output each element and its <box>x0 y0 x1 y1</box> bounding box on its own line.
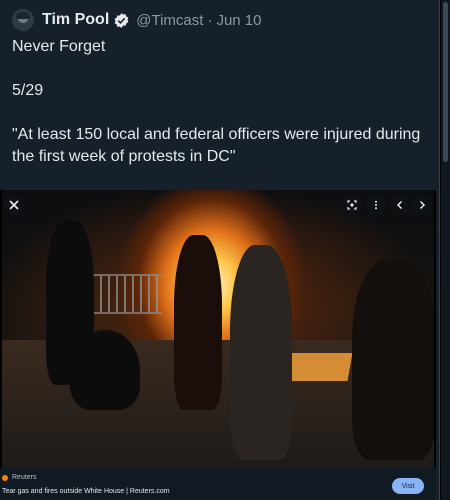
visit-button[interactable]: Visit <box>392 478 424 494</box>
person-silhouette <box>70 330 140 410</box>
close-button[interactable] <box>4 195 24 215</box>
scrollbar-thumb[interactable] <box>443 2 448 162</box>
link-card[interactable]: Reuters Tear gas and fires outside White… <box>0 468 436 500</box>
scan-icon <box>347 200 357 210</box>
verified-badge-icon <box>114 12 129 28</box>
more-icon <box>375 200 377 210</box>
chevron-left-icon <box>396 200 403 210</box>
tweet-header: Tim Pool @Timcast · Jun 10 <box>12 8 261 32</box>
display-name[interactable]: Tim Pool <box>42 11 109 29</box>
fallen-sign <box>281 353 353 381</box>
source-name: Reuters <box>12 474 37 481</box>
tweet-date[interactable]: Jun 10 <box>216 12 261 29</box>
tweet-line: "At least 150 local and federal officers… <box>12 126 421 165</box>
close-icon <box>9 200 19 210</box>
person-silhouette <box>230 245 292 460</box>
reuters-logo-icon <box>2 474 8 481</box>
tweet-line: 5/29 <box>12 82 44 99</box>
media-viewer <box>0 190 436 468</box>
tweet-text: Never Forget 5/29 "At least 150 local an… <box>12 36 432 168</box>
protest-photo[interactable] <box>2 190 434 468</box>
lens-button[interactable] <box>342 195 362 215</box>
tweet-line: Never Forget <box>12 38 106 55</box>
person-silhouette <box>174 235 222 410</box>
avatar[interactable] <box>12 9 34 31</box>
tweet-card: Tim Pool @Timcast · Jun 10 Never Forget … <box>0 0 440 500</box>
next-button[interactable] <box>412 195 432 215</box>
scrollbar[interactable] <box>441 0 450 500</box>
person-silhouette <box>352 260 434 460</box>
separator-dot: · <box>207 11 213 29</box>
link-caption[interactable]: Tear gas and fires outside White House |… <box>2 488 170 495</box>
more-button[interactable] <box>366 195 386 215</box>
barricade-fence <box>92 274 162 314</box>
previous-button[interactable] <box>390 195 410 215</box>
user-handle[interactable]: @Timcast <box>136 12 203 29</box>
source-row: Reuters <box>2 474 37 481</box>
chevron-right-icon <box>419 200 426 210</box>
